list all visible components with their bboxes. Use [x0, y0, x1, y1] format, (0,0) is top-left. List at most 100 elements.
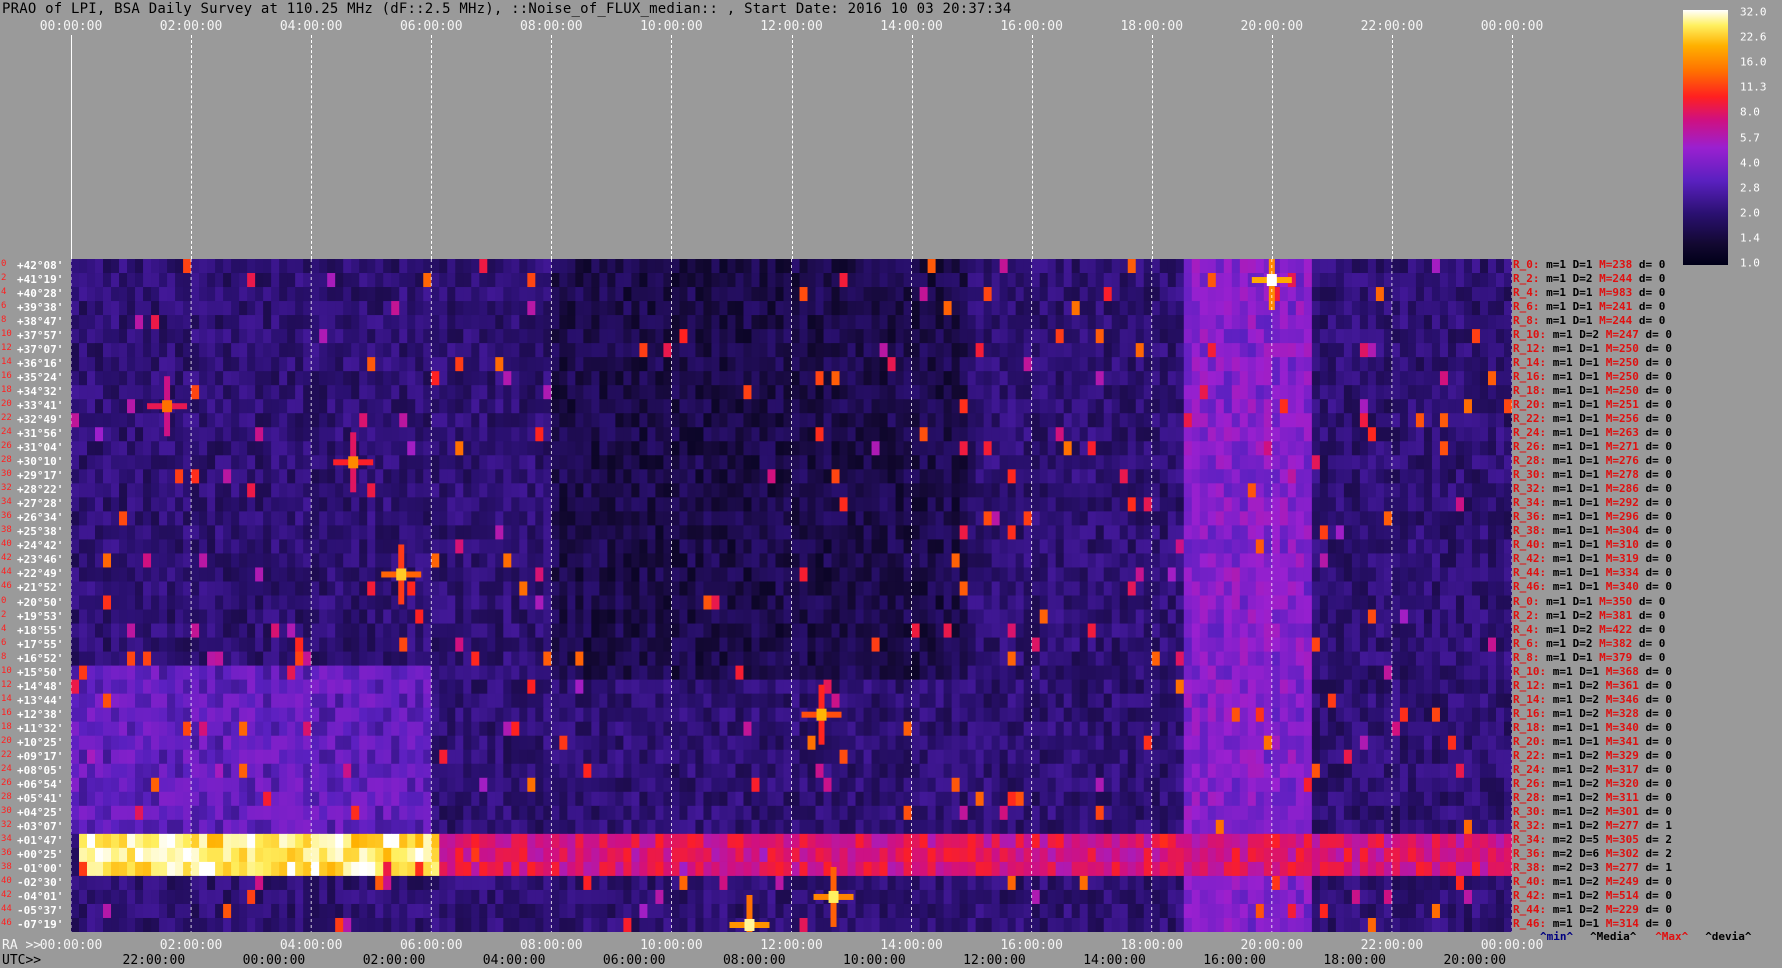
heatmap-cell [1359, 525, 1369, 541]
heatmap-cell [495, 385, 504, 400]
heatmap-cell [599, 329, 608, 344]
heatmap-cell [575, 399, 584, 414]
heatmap-cell [943, 469, 953, 484]
heatmap-cell [1023, 371, 1033, 386]
heatmap-cell [175, 455, 184, 470]
heatmap-cell [1311, 581, 1321, 597]
heatmap-cell [311, 483, 320, 498]
heatmap-cell [1327, 539, 1337, 555]
heatmap-cell [991, 553, 1001, 569]
heatmap-cell [135, 399, 144, 414]
heatmap-cell [1015, 385, 1025, 400]
heatmap-cell [591, 623, 600, 639]
heatmap-cell [863, 315, 873, 330]
heatmap-cell [1135, 623, 1145, 639]
heatmap-cell [1311, 315, 1321, 330]
heatmap-cell [103, 483, 112, 498]
heatmap-cell [591, 525, 600, 541]
heatmap-cell [191, 329, 200, 344]
heatmap-cell [287, 469, 296, 484]
heatmap-cell [903, 385, 913, 400]
heatmap-cell [1063, 259, 1073, 274]
heatmap-cell [551, 399, 560, 414]
heatmap-cell [103, 259, 112, 274]
heatmap-cell [471, 567, 480, 583]
heatmap-cell [1183, 385, 1193, 400]
heatmap-cell [143, 469, 152, 484]
heatmap-cell [967, 287, 977, 302]
heatmap-cell [263, 287, 272, 302]
heatmap-cell [935, 511, 945, 526]
heatmap-cell [823, 539, 833, 555]
heatmap-cell [319, 357, 328, 372]
heatmap-cell [951, 511, 961, 526]
heatmap-cell [887, 623, 897, 639]
heatmap-cell [1311, 469, 1321, 484]
heatmap-cell [1159, 581, 1169, 597]
heatmap-cell [1431, 357, 1441, 372]
heatmap-cell [1223, 623, 1233, 639]
heatmap-cell [287, 315, 296, 330]
heatmap-cell [935, 315, 945, 330]
heatmap-cell [575, 469, 584, 484]
heatmap-cell [759, 469, 769, 484]
heatmap-cell [167, 539, 176, 555]
heatmap-cell [1047, 539, 1057, 555]
heatmap-cell [1455, 357, 1465, 372]
heatmap-cell [639, 455, 648, 470]
heatmap-cell [455, 441, 464, 456]
heatmap-cell [999, 287, 1009, 302]
heatmap-cell [1503, 511, 1512, 526]
heatmap-cell [711, 553, 721, 569]
heatmap-cell [503, 539, 512, 555]
heatmap-cell [519, 413, 528, 428]
heatmap-cell [167, 273, 176, 288]
heatmap-cell [631, 399, 640, 414]
heatmap-cell [815, 567, 825, 583]
heatmap-cell [839, 539, 849, 555]
heatmap-cell [447, 581, 456, 597]
heatmap-cell [935, 385, 945, 400]
heatmap-cell [1423, 399, 1433, 414]
heatmap-cell [1327, 595, 1337, 611]
heatmap-cell [1415, 441, 1425, 456]
heatmap-cell [687, 553, 697, 569]
heatmap-cell [607, 273, 616, 288]
heatmap-cell [687, 455, 697, 470]
heatmap-cell [1191, 595, 1201, 611]
heatmap-cell [1471, 315, 1481, 330]
heatmap-cell [1495, 553, 1505, 569]
heatmap-cell [927, 553, 937, 569]
heatmap-cell [1143, 497, 1153, 512]
heatmap-cell [775, 637, 785, 653]
heatmap-cell [1135, 511, 1145, 526]
heatmap-cell [407, 497, 416, 512]
heatmap-cell [655, 301, 665, 316]
heatmap-cell [1311, 343, 1321, 358]
heatmap-cell [551, 637, 560, 653]
heatmap-cell [1391, 497, 1401, 512]
heatmap-cell [1255, 301, 1265, 316]
heatmap-cell [1367, 567, 1377, 583]
heatmap-cell [1303, 525, 1313, 541]
heatmap-cell [375, 287, 384, 302]
heatmap-cell [239, 581, 248, 597]
heatmap-cell [775, 441, 785, 456]
heatmap-cell [1279, 455, 1289, 470]
heatmap-cell [807, 343, 817, 358]
heatmap-cell [1079, 553, 1089, 569]
heatmap-cell [1135, 441, 1145, 456]
heatmap-cell [1239, 371, 1249, 386]
heatmap-cell [927, 595, 937, 611]
heatmap-cell [1415, 609, 1425, 625]
heatmap-cell [847, 469, 857, 484]
heatmap-cell [1471, 441, 1481, 456]
heatmap-cell [287, 609, 296, 625]
heatmap-cell [1391, 525, 1401, 541]
heatmap-cell [1127, 427, 1137, 442]
heatmap-cell [1447, 623, 1457, 639]
heatmap-cell [1239, 343, 1249, 358]
heatmap-cell [1143, 329, 1153, 344]
heatmap-cell [815, 469, 825, 484]
heatmap-cell [839, 511, 849, 526]
